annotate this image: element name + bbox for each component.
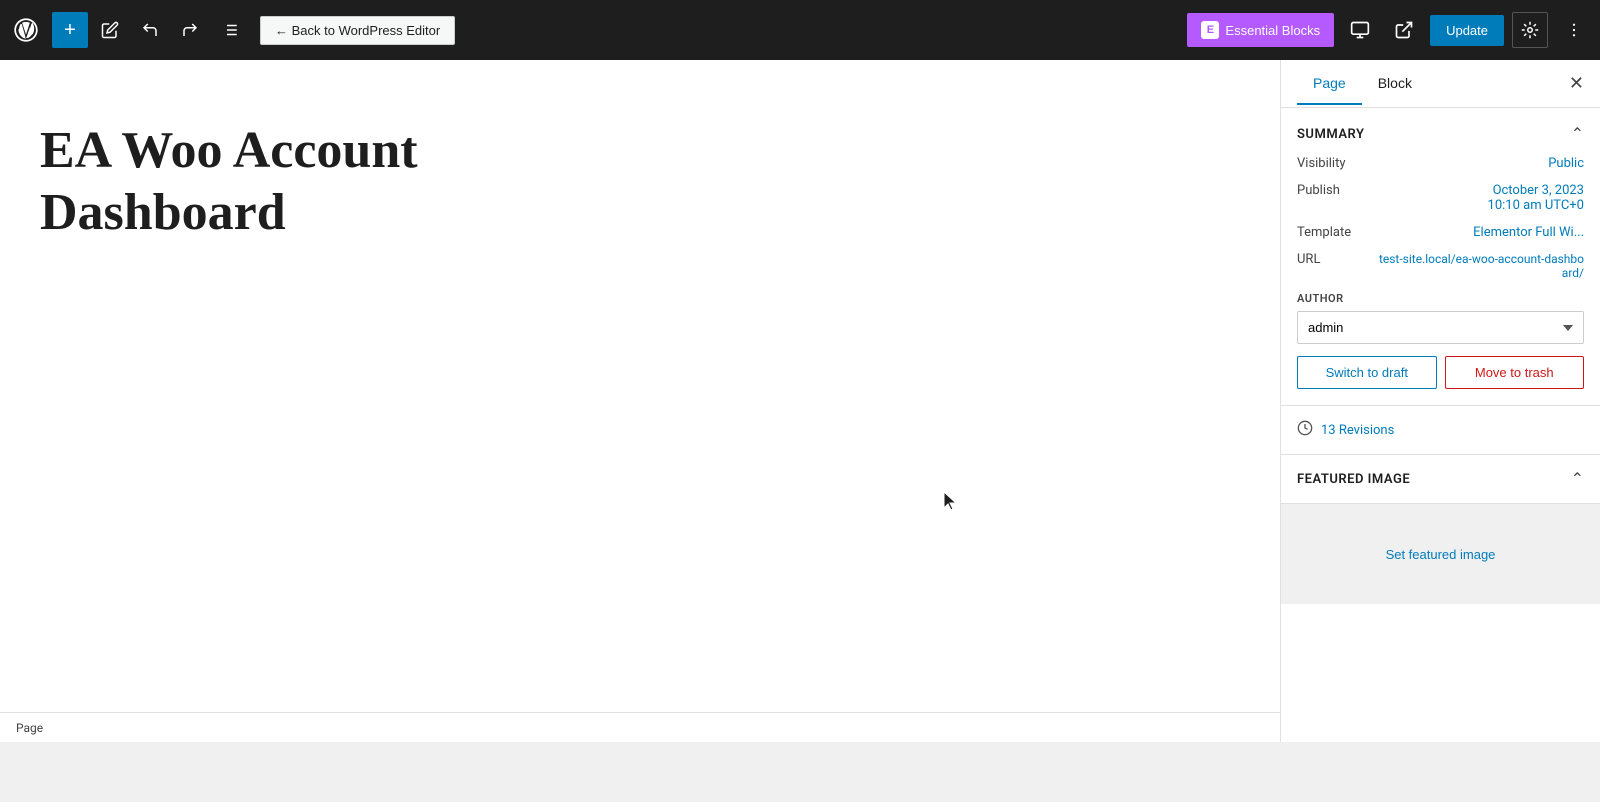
author-select[interactable]: admin	[1297, 311, 1584, 344]
status-bar: Page	[0, 712, 1280, 742]
toolbar: + ← Back to WordPress Editor E Essential…	[0, 0, 1600, 60]
toolbar-right: E Essential Blocks Update	[1187, 12, 1592, 48]
visibility-value[interactable]: Public	[1548, 156, 1584, 171]
revisions-row[interactable]: 13 Revisions	[1281, 406, 1600, 455]
template-label: Template	[1297, 225, 1377, 240]
back-to-wordpress-button[interactable]: ← Back to WordPress Editor	[260, 16, 455, 45]
template-value[interactable]: Elementor Full Wi...	[1473, 225, 1584, 240]
status-bar-label: Page	[16, 721, 43, 735]
summary-title: Summary	[1297, 127, 1364, 142]
main-layout: EA Woo Account Dashboard Edit with Eleme…	[0, 60, 1600, 742]
visibility-row: Visibility Public	[1297, 156, 1584, 171]
publish-label: Publish	[1297, 183, 1377, 198]
revisions-label: 13 Revisions	[1321, 423, 1394, 438]
switch-to-draft-button[interactable]: Switch to draft	[1297, 356, 1437, 389]
preview-button[interactable]	[1386, 12, 1422, 48]
wp-logo[interactable]	[8, 12, 44, 48]
featured-image-area: Set featured image	[1281, 504, 1600, 604]
set-featured-image-button[interactable]: Set featured image	[1346, 507, 1536, 602]
close-icon: ✕	[1569, 73, 1584, 94]
author-label: AUTHOR	[1297, 292, 1584, 305]
chevron-up-icon-2: ⌃	[1571, 471, 1584, 488]
options-button[interactable]	[1512, 12, 1548, 48]
add-block-button[interactable]: +	[52, 12, 88, 48]
action-buttons: Switch to draft Move to trash	[1297, 356, 1584, 389]
template-row: Template Elementor Full Wi...	[1297, 225, 1584, 240]
move-to-trash-button[interactable]: Move to trash	[1445, 356, 1585, 389]
featured-image-title: Featured image	[1297, 472, 1410, 487]
essential-blocks-label: Essential Blocks	[1225, 23, 1320, 38]
summary-toggle[interactable]: ⌃	[1571, 124, 1584, 144]
redo-button[interactable]	[172, 12, 208, 48]
update-button[interactable]: Update	[1430, 15, 1504, 46]
sidebar-header: Page Block ✕	[1281, 60, 1600, 108]
publish-row: Publish October 3, 2023 10:10 am UTC+0	[1297, 183, 1584, 213]
publish-value-container: October 3, 2023 10:10 am UTC+0	[1488, 183, 1584, 213]
url-row: URL test-site.local/ea-woo-account-dashb…	[1297, 252, 1584, 280]
featured-image-section: Featured image ⌃ Set featured image	[1281, 455, 1600, 742]
right-sidebar: Page Block ✕ Summary ⌃ Visibility Public	[1280, 60, 1600, 742]
author-section: AUTHOR admin	[1297, 292, 1584, 344]
publish-time[interactable]: 10:10 am UTC+0	[1488, 198, 1584, 213]
url-value[interactable]: test-site.local/ea-woo-account-dashboard…	[1377, 252, 1584, 280]
more-options-button[interactable]	[1556, 12, 1592, 48]
summary-section: Summary ⌃ Visibility Public Publish Octo…	[1281, 108, 1600, 406]
featured-image-header: Featured image ⌃	[1281, 455, 1600, 504]
tab-block[interactable]: Block	[1362, 63, 1428, 105]
edit-button[interactable]	[92, 12, 128, 48]
featured-image-toggle[interactable]: ⌃	[1571, 469, 1584, 489]
chevron-up-icon: ⌃	[1571, 126, 1584, 143]
desktop-view-button[interactable]	[1342, 12, 1378, 48]
visibility-label: Visibility	[1297, 156, 1377, 171]
publish-date[interactable]: October 3, 2023	[1488, 183, 1584, 198]
close-sidebar-button[interactable]: ✕	[1569, 73, 1584, 94]
sidebar-tabs: Page Block	[1297, 63, 1428, 105]
revisions-icon	[1297, 420, 1313, 440]
list-view-button[interactable]	[212, 12, 248, 48]
essential-blocks-icon: E	[1201, 21, 1219, 39]
undo-button[interactable]	[132, 12, 168, 48]
tab-page[interactable]: Page	[1297, 63, 1362, 105]
url-label: URL	[1297, 252, 1377, 267]
summary-header: Summary ⌃	[1297, 124, 1584, 144]
essential-blocks-button[interactable]: E Essential Blocks	[1187, 13, 1334, 47]
